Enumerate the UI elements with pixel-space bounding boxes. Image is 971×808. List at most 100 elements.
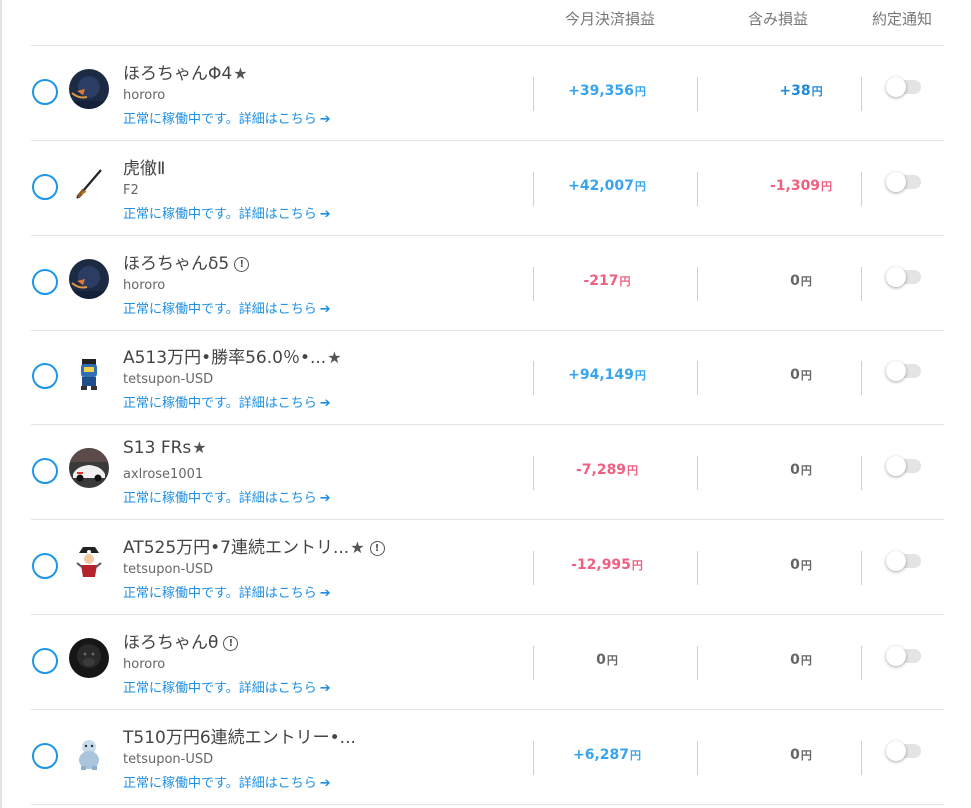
unrealized-pnl-value: 0円 — [790, 651, 812, 668]
notify-toggle[interactable] — [886, 740, 921, 761]
table-row[interactable]: ほろちゃんΦ4★ hororo 正常に稼働中です。詳細はこちら ➔ +39,356… — [31, 46, 944, 141]
toggle-knob — [886, 171, 906, 192]
row-select-radio[interactable] — [32, 742, 58, 769]
strategy-author: F2 — [123, 182, 139, 198]
table-row[interactable]: T510万円6連続エントリー•... tetsupon-USD 正常に稼働中です… — [31, 710, 944, 805]
column-divider — [861, 551, 862, 585]
monthly-pnl-value: -12,995円 — [571, 557, 643, 573]
unrealized-pnl-value: 0円 — [790, 272, 812, 289]
star-icon: ★ — [350, 538, 365, 557]
status-link[interactable]: 正常に稼働中です。詳細はこちら ➔ — [123, 772, 331, 791]
toggle-knob — [886, 361, 906, 382]
car-avatar[interactable] — [69, 448, 109, 489]
monthly-pnl-value: +6,287円 — [572, 746, 641, 763]
info-icon[interactable]: ! — [234, 256, 250, 272]
column-divider — [861, 740, 862, 775]
status-link[interactable]: 正常に稼働中です。詳細はこちら ➔ — [123, 582, 331, 601]
arrow-right-icon: ➔ — [319, 775, 331, 791]
row-select-radio[interactable] — [32, 553, 58, 579]
notify-toggle[interactable] — [886, 171, 921, 192]
monthly-pnl-value: +94,149円 — [568, 367, 646, 384]
header-unrealized-pnl: 含み損益 — [747, 10, 808, 28]
toggle-knob — [886, 77, 906, 97]
yeti-character-avatar[interactable] — [69, 732, 109, 773]
unrealized-pnl-value: +38円 — [779, 83, 823, 99]
monthly-pnl-value: +39,356円 — [568, 83, 646, 99]
table-row[interactable]: S13 FRs★ axlrose1001 正常に稼働中です。詳細はこちら ➔ -7… — [31, 425, 944, 521]
strategy-author: hororo — [123, 656, 166, 672]
arrow-right-icon: ➔ — [319, 206, 331, 222]
monthly-pnl-value: +42,007円 — [568, 177, 646, 194]
strategy-name[interactable]: ほろちゃんΦ4★ — [123, 59, 248, 84]
strategy-name[interactable]: T510万円6連続エントリー•... — [123, 723, 356, 748]
status-link[interactable]: 正常に稼働中です。詳細はこちら ➔ — [123, 108, 331, 127]
header-fill-notify: 約定通知 — [871, 10, 932, 28]
notify-toggle[interactable] — [886, 456, 921, 477]
star-icon: ★ — [192, 438, 207, 458]
info-icon[interactable]: ! — [223, 635, 239, 651]
row-select-radio[interactable] — [32, 268, 58, 295]
strategy-author: tetsupon-USD — [123, 751, 214, 767]
notify-toggle[interactable] — [886, 266, 921, 287]
status-link[interactable]: 正常に稼働中です。詳細はこちら ➔ — [123, 677, 331, 696]
notify-toggle[interactable] — [886, 361, 921, 382]
column-divider — [697, 266, 698, 301]
column-divider — [697, 740, 698, 775]
unrealized-pnl-value: -1,309円 — [769, 177, 833, 194]
strategy-name[interactable]: ほろちゃんδ5! — [123, 249, 250, 274]
status-link[interactable]: 正常に稼働中です。詳細はこちら ➔ — [123, 487, 331, 506]
strategy-author: tetsupon-USD — [123, 372, 214, 388]
star-icon: ★ — [327, 348, 342, 368]
row-select-radio[interactable] — [32, 173, 58, 200]
table-row[interactable]: AT525万円•7連続エントリ...★! tetsupon-USD 正常に稼働中… — [31, 520, 944, 615]
header-monthly-pnl: 今月決済損益 — [564, 10, 655, 28]
table-row[interactable]: ほろちゃんδ5! hororo 正常に稼働中です。詳細はこちら ➔ -217円 0… — [31, 236, 944, 331]
strategy-name[interactable]: 虎徹Ⅱ — [123, 154, 165, 179]
row-select-radio[interactable] — [32, 79, 58, 105]
dark-figure-avatar[interactable] — [69, 69, 109, 109]
pirate-character-avatar[interactable] — [69, 543, 109, 583]
katana-avatar[interactable] — [69, 163, 109, 204]
star-icon: ★ — [233, 64, 248, 83]
unrealized-pnl-value: 0円 — [790, 557, 812, 573]
toggle-knob — [886, 740, 906, 761]
strategy-author: axlrose1001 — [123, 467, 204, 483]
column-divider — [697, 171, 698, 206]
notify-toggle[interactable] — [886, 551, 921, 571]
row-select-radio[interactable] — [32, 647, 58, 674]
status-link[interactable]: 正常に稼働中です。詳細はこちら ➔ — [123, 203, 331, 222]
arrow-right-icon: ➔ — [319, 586, 331, 601]
toggle-knob — [886, 266, 906, 287]
toggle-knob — [886, 456, 906, 477]
strategy-author: tetsupon-USD — [123, 562, 214, 577]
status-link[interactable]: 正常に稼働中です。詳細はこちら ➔ — [123, 392, 331, 411]
unrealized-pnl-value: 0円 — [790, 746, 812, 763]
strategy-name[interactable]: ほろちゃんθ! — [123, 628, 239, 653]
column-divider — [861, 171, 862, 206]
notify-toggle[interactable] — [886, 77, 921, 97]
status-link[interactable]: 正常に稼働中です。詳細はこちら ➔ — [123, 298, 331, 317]
row-select-radio[interactable] — [32, 458, 58, 485]
strategy-author: hororo — [123, 88, 166, 103]
dark-figure-avatar[interactable] — [69, 258, 109, 299]
notify-toggle[interactable] — [886, 645, 921, 666]
arrow-right-icon: ➔ — [319, 112, 331, 127]
arrow-right-icon: ➔ — [319, 680, 331, 696]
toggle-knob — [886, 551, 906, 571]
table-row[interactable]: 虎徹Ⅱ F2 正常に稼働中です。詳細はこちら ➔ +42,007円 -1,309円 — [31, 141, 944, 236]
column-divider — [697, 645, 698, 680]
robot-character-avatar[interactable] — [69, 353, 109, 394]
info-icon[interactable]: ! — [369, 541, 385, 556]
table-row[interactable]: ほろちゃんθ! hororo 正常に稼働中です。詳細はこちら ➔ 0円 0円 — [31, 615, 944, 710]
monthly-pnl-value: 0円 — [596, 651, 618, 668]
strategy-name[interactable]: S13 FRs★ — [123, 438, 207, 458]
column-divider — [861, 266, 862, 301]
strategy-name[interactable]: AT525万円•7連続エントリ...★! — [123, 533, 385, 558]
dark-gorilla-avatar[interactable] — [69, 637, 109, 678]
strategy-name[interactable]: A513万円•勝率56.0％•...★ — [123, 343, 342, 368]
table-row[interactable]: A513万円•勝率56.0％•...★ tetsupon-USD 正常に稼働中で… — [31, 330, 944, 426]
left-border — [0, 0, 2, 808]
column-divider — [697, 456, 698, 491]
unrealized-pnl-value: 0円 — [790, 462, 812, 479]
row-select-radio[interactable] — [32, 363, 58, 390]
